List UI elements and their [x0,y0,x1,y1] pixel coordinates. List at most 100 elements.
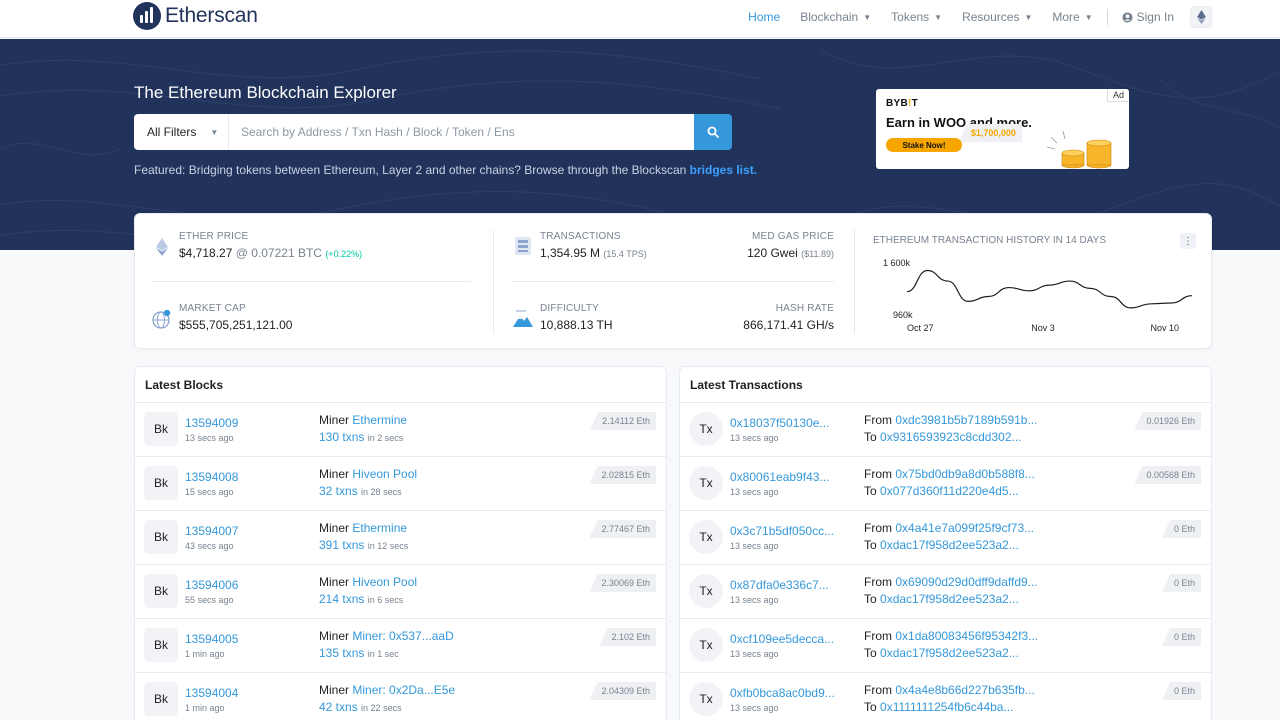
from-address-link[interactable]: 0x69090d29d0dff9daffd9... [895,575,1037,589]
difficulty-stat: Difficulty 10,888.13 TH [540,303,613,332]
miner-link[interactable]: Ethermine [352,413,407,427]
tx-hash-link[interactable]: 0x18037f50130e... [730,416,829,430]
block-reward-badge: 2.02815 Eth [589,466,656,484]
divider [512,281,834,282]
latest-blocks-title: Latest Blocks [135,367,666,403]
tx-hash-link[interactable]: 0x80061eab9f43... [730,470,829,484]
txns-time: in 2 secs [367,433,404,443]
block-age: 13 secs ago [185,433,234,443]
tx-hash-link[interactable]: 0x87dfa0e336c7... [730,578,829,592]
txns-time: in 28 secs [361,487,402,497]
tx-hash-link[interactable]: 0xfb0bca8ac0bd9... [730,686,835,700]
transaction-row: Tx 0xfb0bca8ac0bd9... 13 secs ago From 0x4a… [680,673,1211,720]
block-number-link[interactable]: 13594007 [185,524,238,538]
x-tick-label: Nov 3 [1031,323,1055,333]
search-input[interactable] [229,114,694,150]
txns-time: in 1 sec [367,649,399,659]
block-reward-badge: 2.04309 Eth [589,682,656,700]
miner-link[interactable]: Ethermine [352,521,407,535]
to-label: To [864,484,877,498]
market-cap-value: $555,705,251,121.00 [179,318,293,332]
block-number-link[interactable]: 13594004 [185,686,238,700]
miner-link[interactable]: Miner: 0x537...aaD [352,629,453,643]
to-address-link[interactable]: 0xdac17f958d2ee523a2... [880,538,1019,552]
miner-link[interactable]: Hiveon Pool [352,575,417,589]
transaction-row: Tx 0xcf109ee5decca... 13 secs ago From 0x1d… [680,619,1211,673]
sign-in-link[interactable]: Sign In [1112,0,1184,34]
logo-text: Etherscan [165,4,258,27]
block-age: 55 secs ago [185,595,234,605]
search-icon [707,126,719,138]
to-address-link[interactable]: 0x077d360f11d220e4d5... [880,484,1019,498]
miner-link[interactable]: Hiveon Pool [352,467,417,481]
hero-title: The Ethereum Blockchain Explorer [134,83,397,102]
txns-link[interactable]: 42 txns [319,700,358,714]
from-address-link[interactable]: 0x75bd0db9a8d0b588f8... [895,467,1034,481]
txns-link[interactable]: 214 txns [319,592,364,606]
from-address-link[interactable]: 0x4a41e7a099f25f9cf73... [895,521,1034,535]
chevron-down-icon: ▼ [934,12,943,22]
bybit-ad-banner[interactable]: Ad BYB!T Earn $1,700,000 in WOO and more… [876,89,1129,169]
nav-more[interactable]: More ▼ [1042,0,1102,34]
tx-age: 13 secs ago [730,703,779,713]
block-number-link[interactable]: 13594006 [185,578,238,592]
nav-divider [1106,9,1108,25]
etherscan-logo[interactable]: Etherscan [133,1,258,31]
user-circle-icon [1122,11,1133,23]
transactions-value[interactable]: 1,354.95 M [540,246,600,260]
transaction-history-chart: 1 600k 960k Oct 27 Nov 3 Nov 10 [883,258,1193,333]
nav-blockchain[interactable]: Blockchain ▼ [790,0,881,34]
chart-title: Ethereum Transaction History in 14 Days [873,235,1107,246]
nav-tokens[interactable]: Tokens ▼ [881,0,952,34]
tx-value-badge: 0 Eth [1161,628,1201,646]
hash-rate-label: Hash Rate [775,303,834,314]
to-address-link[interactable]: 0x1111111254fb6c44ba... [880,700,1013,714]
to-address-link[interactable]: 0x9316593923c8cdd302... [880,430,1021,444]
ether-price-stat: Ether Price $4,718.27 @ 0.07221 BTC (+0.… [179,231,362,260]
to-address-link[interactable]: 0xdac17f958d2ee523a2... [880,646,1019,660]
transaction-row: Tx 0x3c71b5df050cc... 13 secs ago From 0x4a… [680,511,1211,565]
transaction-badge-icon: Tx [689,574,723,608]
from-address-link[interactable]: 0x4a4e8b66d227b635fb... [895,683,1034,697]
tx-hash-link[interactable]: 0xcf109ee5decca... [730,632,834,646]
latest-transactions-title: Latest Transactions [680,367,1211,403]
tx-age: 13 secs ago [730,487,779,497]
miner-label: Miner [319,521,350,535]
from-address-link[interactable]: 0x1da80083456f95342f3... [895,629,1038,643]
tx-value-badge: 0 Eth [1161,682,1201,700]
search-button[interactable] [694,114,732,150]
from-address-link[interactable]: 0xdc3981b5b7189b591b... [895,413,1037,427]
block-number-link[interactable]: 13594005 [185,632,238,646]
network-switcher-button[interactable] [1190,6,1212,28]
miner-label: Miner [319,575,350,589]
chart-menu-button[interactable]: ⋮ [1180,233,1196,249]
network-stats-card: Ether Price $4,718.27 @ 0.07221 BTC (+0.… [134,213,1212,349]
block-reward-badge: 2.77467 Eth [589,520,656,538]
ad-headline: Earn $1,700,000 in WOO and more. [886,115,1032,142]
txns-link[interactable]: 391 txns [319,538,364,552]
miner-link[interactable]: Miner: 0x2Da...E5e [352,683,455,697]
bridges-list-link[interactable]: bridges list. [690,163,757,177]
ether-price-usd[interactable]: $4,718.27 [179,246,232,260]
tx-hash-link[interactable]: 0x3c71b5df050cc... [730,524,834,538]
search-filter-select[interactable]: All Filters ▼ [134,114,229,150]
nav-home[interactable]: Home [738,0,790,34]
latest-blocks-panel: Latest Blocks Bk 13594009 13 secs ago Miner… [134,366,667,720]
txns-link[interactable]: 32 txns [319,484,358,498]
block-number-link[interactable]: 13594009 [185,416,238,430]
to-address-link[interactable]: 0xdac17f958d2ee523a2... [880,592,1019,606]
to-label: To [864,430,877,444]
mountain-icon [513,310,533,327]
miner-label: Miner [319,467,350,481]
block-row: Bk 13594007 43 secs ago Miner Ethermine 391 … [135,511,666,565]
block-badge-icon: Bk [144,628,178,662]
txns-link[interactable]: 130 txns [319,430,364,444]
from-label: From [864,413,892,427]
txns-link[interactable]: 135 txns [319,646,364,660]
chevron-down-icon: ▼ [1024,12,1033,22]
ad-stake-now-button[interactable]: Stake Now! [886,138,962,152]
nav-resources[interactable]: Resources ▼ [952,0,1042,34]
divider [854,230,855,334]
gas-price-value[interactable]: 120 Gwei [747,246,798,260]
block-number-link[interactable]: 13594008 [185,470,238,484]
